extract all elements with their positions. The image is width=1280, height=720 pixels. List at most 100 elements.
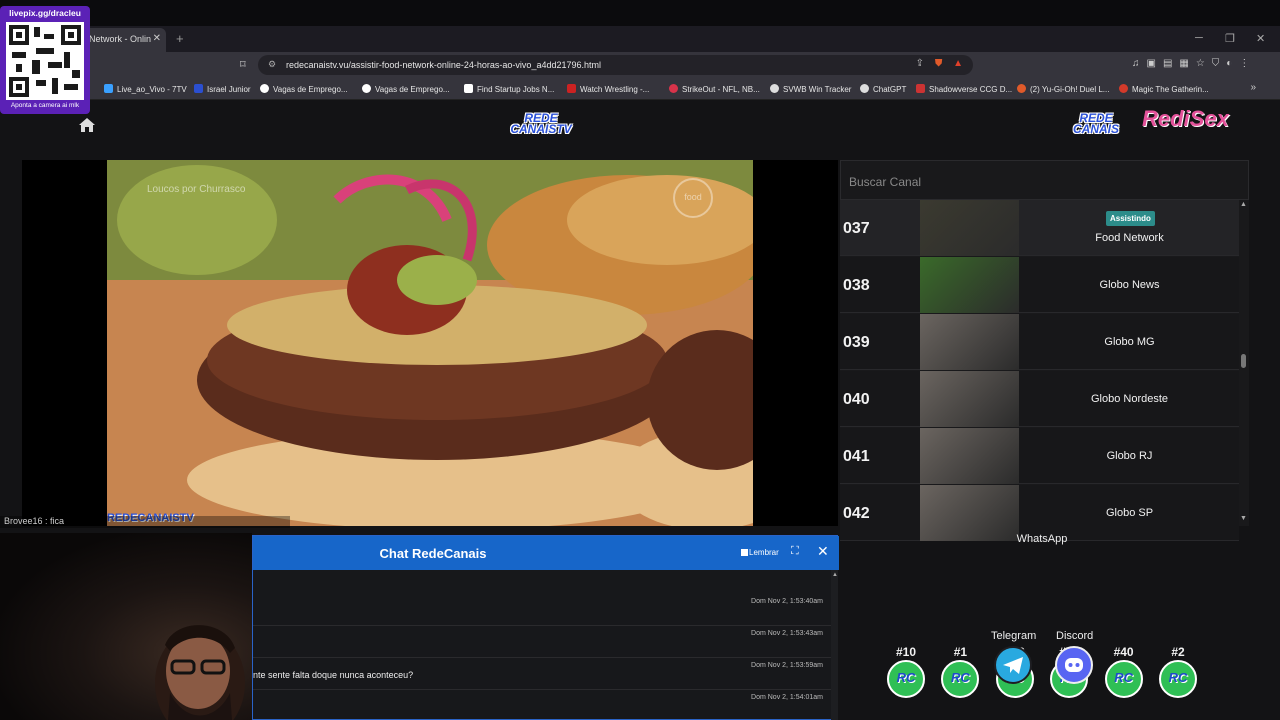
maximize-icon[interactable]: ❐ <box>1225 32 1235 45</box>
whatsapp-icon[interactable]: RC <box>941 660 980 698</box>
site-info-icon[interactable]: ⚙ <box>268 59 276 70</box>
close-chat-icon[interactable]: ✕ <box>817 543 829 560</box>
bookmark-item[interactable]: Watch Wrestling -... <box>567 84 649 94</box>
site-logo[interactable]: REDE CANAISTV <box>505 112 577 135</box>
channel-thumbnail[interactable] <box>920 314 1019 370</box>
bookmark-item[interactable]: Vagas de Emprego... <box>362 84 450 94</box>
rc-logo-icon: RC <box>1168 670 1188 685</box>
bookmarks-bar: Live_ao_Vivo - 7TV Israel Junior Vagas d… <box>0 78 1280 100</box>
channel-name: Globo RJ <box>1106 450 1153 462</box>
video-frame[interactable]: Loucos por Churrasco food REDECANAISTV <box>107 160 753 526</box>
whatsapp-group-button[interactable]: #2 RC <box>1157 645 1199 705</box>
chat-scrollbar[interactable]: ▲ <box>831 570 838 720</box>
channel-number: 042 <box>843 505 870 522</box>
remember-checkbox[interactable]: Lembrar <box>741 548 779 557</box>
bookmark-favicon <box>464 84 473 93</box>
scroll-up-icon[interactable]: ▲ <box>1240 201 1247 208</box>
channel-scrollbar[interactable]: ▲ ▼ <box>1239 200 1249 526</box>
channel-row[interactable]: 039 Globo MG <box>840 314 1239 370</box>
channel-thumbnail[interactable] <box>920 428 1019 484</box>
channel-row[interactable]: 037 Assistindo Food Network <box>840 200 1239 256</box>
message-time: Dom Nov 2, 1:53:59am <box>751 662 823 669</box>
bookmark-favicon <box>860 84 869 93</box>
message-text: nte sente falta doque nunca aconteceu? <box>253 670 414 680</box>
bookmark-item[interactable]: StrikeOut - NFL, NB... <box>669 84 760 94</box>
warning-icon[interactable]: ▲ <box>953 58 963 69</box>
bookmark-favicon <box>104 84 113 93</box>
redisex-logo[interactable]: RediSex <box>1142 108 1229 130</box>
chat-message: Dom Nov 2, 1:54:01am <box>253 690 833 720</box>
qr-subtitle: Aponta a camera ai mlk <box>10 102 80 109</box>
new-tab-button[interactable]: + <box>176 31 184 46</box>
url-bar[interactable]: ⚙ redecanaistv.vu/assistir-food-network-… <box>258 55 973 75</box>
streamer-silhouette <box>155 625 245 720</box>
chat-window: Chat RedeCanais Lembrar ⛶ ✕ Dom Nov 2, 1… <box>252 535 839 720</box>
burger-image <box>107 160 753 526</box>
url-text: redecanaistv.vu/assistir-food-network-on… <box>286 60 601 70</box>
tab-bar: Network - Onlin ✕ + ─ ❐ ✕ <box>0 26 1280 52</box>
livepix-qr-overlay: livepix.gg/dracleu Aponta a camera ai ml… <box>0 6 90 114</box>
telegram-label: Telegram <box>991 630 1037 642</box>
channel-number: 039 <box>843 334 870 351</box>
share-icon[interactable]: ⇪ <box>916 58 924 69</box>
stream-chat-line: Brovee16 : fica <box>0 516 290 528</box>
channel-number: 037 <box>843 220 870 237</box>
whatsapp-icon[interactable]: RC <box>1104 660 1143 698</box>
bookmark-item[interactable]: Find Startup Jobs N... <box>464 84 554 94</box>
webcam-overlay <box>0 533 252 720</box>
address-toolbar: ⌑ ⚙ redecanaistv.vu/assistir-food-networ… <box>0 52 1280 78</box>
whatsapp-group-button[interactable]: #1 RC <box>939 645 981 705</box>
qr-code-icon <box>6 22 84 100</box>
close-window-icon[interactable]: ✕ <box>1256 32 1265 45</box>
message-time: Dom Nov 2, 1:53:40am <box>751 598 823 605</box>
rc-logo-icon: RC <box>951 670 970 685</box>
discord-label: Discord <box>1056 630 1094 642</box>
scroll-up-icon[interactable]: ▲ <box>832 572 838 578</box>
telegram-icon[interactable] <box>994 646 1032 684</box>
channel-row[interactable]: 041 Globo RJ <box>840 428 1239 484</box>
bookmark-item[interactable]: ChatGPT <box>860 84 906 94</box>
channel-thumbnail[interactable] <box>920 257 1019 313</box>
browser-tab[interactable]: Network - Onlin ✕ <box>80 28 166 52</box>
redecanais-logo[interactable]: REDE CANAIS <box>1064 112 1128 135</box>
channel-thumbnail[interactable] <box>920 371 1019 427</box>
whatsapp-icon[interactable]: RC <box>1159 660 1197 698</box>
bookmark-item[interactable]: Israel Junior <box>194 84 251 94</box>
bookmark-item[interactable]: Magic The Gatherin... <box>1119 84 1209 94</box>
extensions-icons[interactable]: ♫▣▤▦☆⛉◐⋮ <box>1132 58 1256 69</box>
discord-icon[interactable] <box>1055 646 1093 684</box>
close-tab-icon[interactable]: ✕ <box>153 33 161 44</box>
chat-message: Dom Nov 2, 1:53:59am nte sente falta doqu… <box>253 658 833 690</box>
bookmark-item[interactable]: Live_ao_Vivo - 7TV <box>104 84 187 94</box>
video-player[interactable]: Loucos por Churrasco food REDECANAISTV <box>22 160 838 526</box>
channel-number: 041 <box>843 448 870 465</box>
group-number: #40 <box>1113 645 1134 659</box>
bookmark-icon[interactable]: ⌑ <box>240 58 246 71</box>
chevron-right-icon[interactable]: » <box>1250 82 1256 93</box>
group-number: #1 <box>953 645 968 659</box>
minimize-icon[interactable]: ─ <box>1195 32 1203 44</box>
discord-logo-icon <box>1065 658 1083 672</box>
watching-badge: Assistindo <box>1106 211 1155 226</box>
bookmark-favicon <box>1119 84 1128 93</box>
channel-name: Globo Nordeste <box>1090 393 1169 405</box>
whatsapp-icon[interactable]: RC <box>887 660 925 698</box>
channel-thumbnail[interactable] <box>920 200 1019 256</box>
channel-row[interactable]: 040 Globo Nordeste <box>840 371 1239 427</box>
bookmark-item[interactable]: SVWB Win Tracker <box>770 84 851 94</box>
scrollbar-thumb[interactable] <box>1241 354 1246 368</box>
whatsapp-group-button[interactable]: #40 RC <box>1103 645 1145 705</box>
bookmark-item[interactable]: Vagas de Emprego... <box>260 84 348 94</box>
whatsapp-group-button[interactable]: #10 RC <box>885 645 927 705</box>
bookmark-item[interactable]: (2) Yu-Gi-Oh! Duel L... <box>1017 84 1109 94</box>
message-time: Dom Nov 2, 1:54:01am <box>751 694 823 701</box>
chat-message: Dom Nov 2, 1:53:40am <box>253 594 833 626</box>
home-icon[interactable] <box>78 117 96 133</box>
checkbox-icon[interactable] <box>741 549 748 556</box>
scroll-down-icon[interactable]: ▼ <box>1240 515 1247 522</box>
channel-row[interactable]: 038 Globo News <box>840 257 1239 313</box>
channel-search-input[interactable]: Buscar Canal <box>840 160 1249 200</box>
shield-icon[interactable]: ⛊ <box>935 58 943 69</box>
expand-icon[interactable]: ⛶ <box>791 545 799 558</box>
bookmark-item[interactable]: Shadowverse CCG D... <box>916 84 1012 94</box>
